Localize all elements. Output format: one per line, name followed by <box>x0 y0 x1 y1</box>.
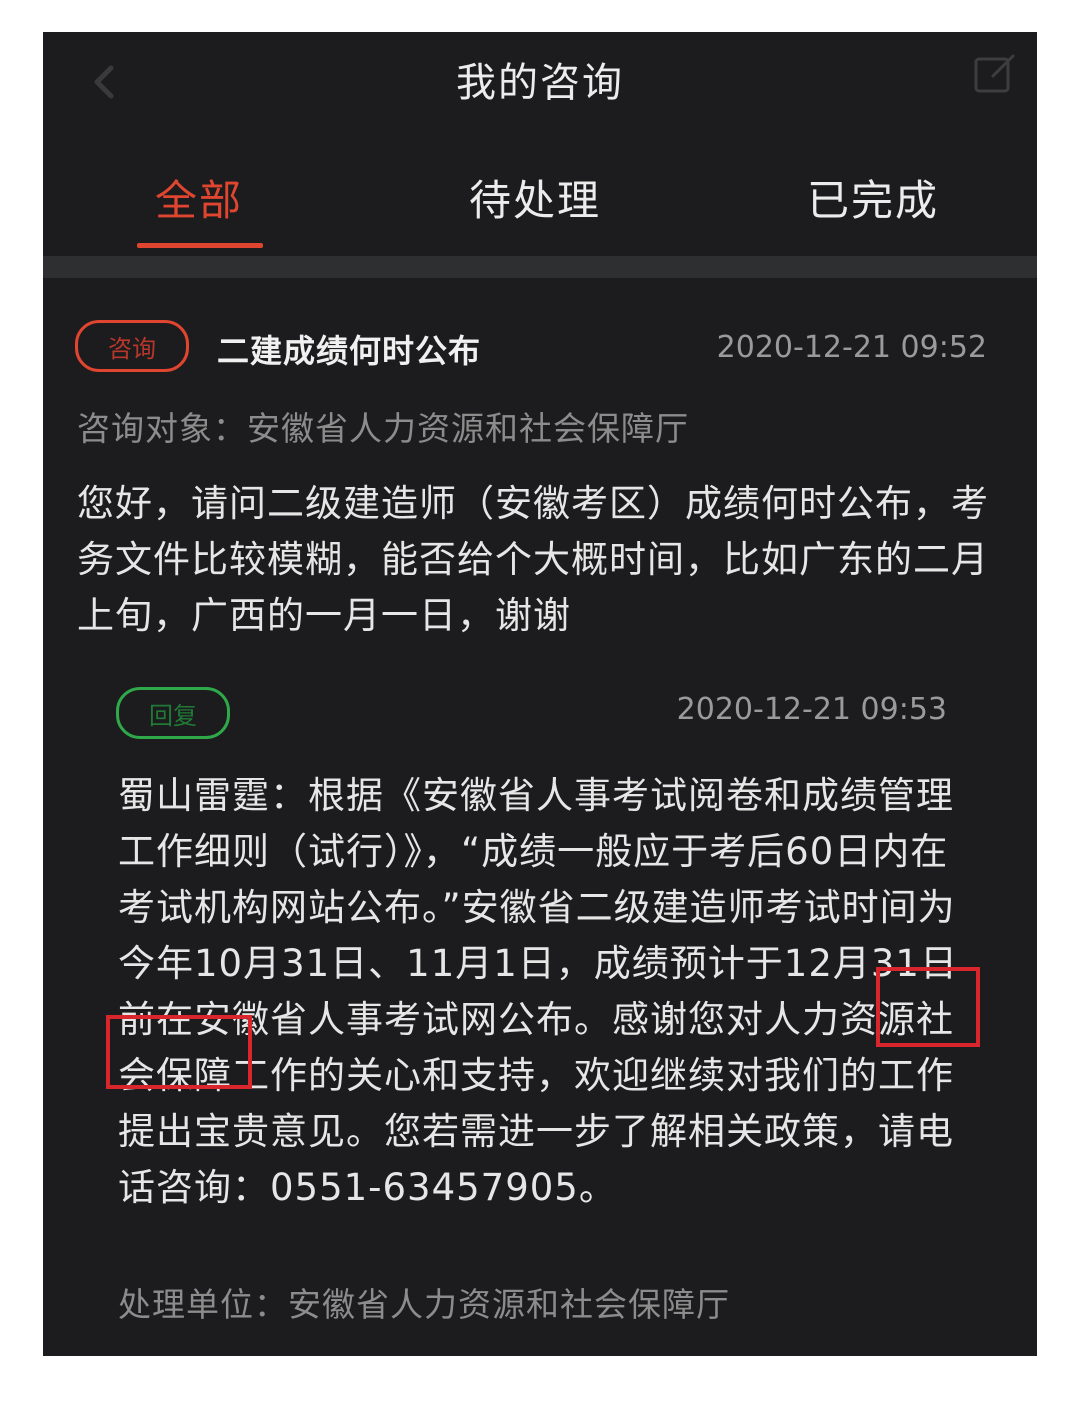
question-text: 您好，请问二级建造师（安徽考区）成绩何时公布，考务文件比较模糊，能否给个大概时间… <box>77 482 989 637</box>
reply-timestamp: 2020-12-21 09:53 <box>676 692 947 727</box>
reply-text: 蜀山雷霆：根据《安徽省人事考试阅卷和成绩管理工作细则（试行）》，“成绩一般应于考… <box>118 774 958 1209</box>
question-timestamp: 2020-12-21 09:52 <box>716 330 987 365</box>
tab-bar: 全部 待处理 已完成 <box>43 147 1037 257</box>
tab-pending[interactable]: 待处理 <box>469 167 601 228</box>
consult-target: 咨询对象：安徽省人力资源和社会保障厅 <box>77 409 689 448</box>
tab-completed[interactable]: 已完成 <box>807 167 939 228</box>
highlight-box-date-start <box>876 967 980 1047</box>
handler-unit: 处理单位：安徽省人力资源和社会保障厅 <box>118 1285 730 1324</box>
section-divider <box>43 256 1037 278</box>
highlight-box-date-end <box>106 1015 252 1089</box>
reply-badge: 回复 <box>116 687 230 739</box>
tab-all[interactable]: 全部 <box>155 167 243 228</box>
app-screen: 我的咨询 全部 待处理 已完成 咨询 二建成绩何时公布 2020-12-21 0… <box>43 32 1037 1356</box>
top-bar: 我的咨询 <box>43 32 1037 127</box>
active-tab-indicator <box>137 243 263 248</box>
page-title: 我的咨询 <box>456 60 624 106</box>
question-title: 二建成绩何时公布 <box>217 332 482 370</box>
consult-badge: 咨询 <box>75 320 189 372</box>
edit-icon[interactable] <box>973 50 1019 96</box>
